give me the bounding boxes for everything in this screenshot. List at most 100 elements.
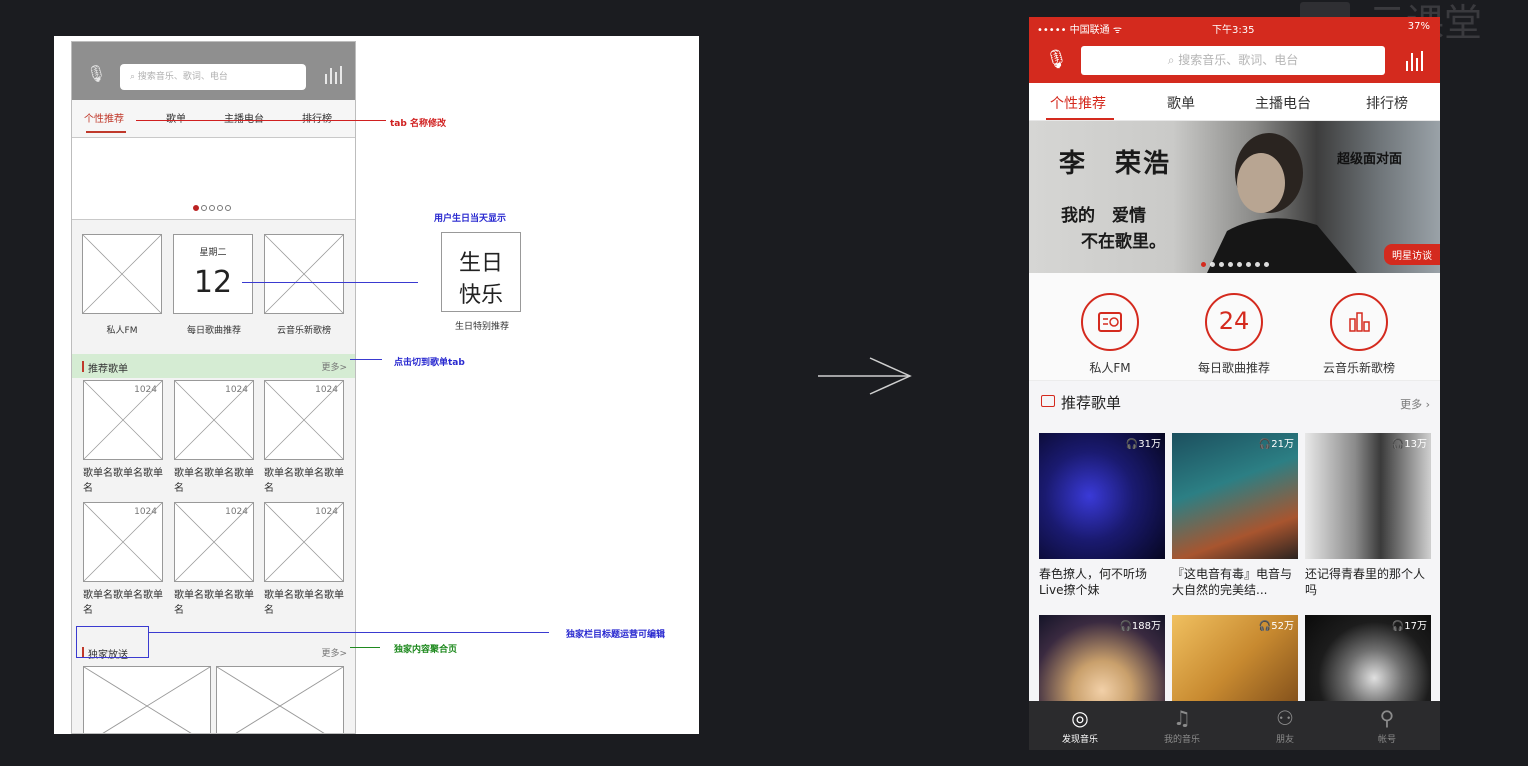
tab-my-music[interactable]: ♫ 我的音乐 xyxy=(1131,706,1233,745)
wireframe-tab-underline xyxy=(86,131,126,133)
section-more-link[interactable]: 更多 › xyxy=(1400,396,1430,412)
wireframe-playlist-name[interactable]: 歌单名歌单名歌单名 xyxy=(264,466,346,496)
wireframe-playlist-name[interactable]: 歌单名歌单名歌单名 xyxy=(174,588,256,618)
play-count: 🎧17万 xyxy=(1391,621,1427,632)
quick-label-chart: 云音乐新歌榜 xyxy=(1322,361,1395,375)
wireframe-playlist-name[interactable]: 歌单名歌单名歌单名 xyxy=(174,466,256,496)
banner-tag: 明星访谈 xyxy=(1384,244,1440,265)
birthday-caption: 生日特别推荐 xyxy=(454,322,509,332)
wireframe-tab-ranking[interactable]: 排行榜 xyxy=(302,110,332,125)
quick-label-daily: 每日歌曲推荐 xyxy=(1197,361,1270,375)
wireframe-playlist-cover[interactable]: 1024 xyxy=(264,380,344,460)
wireframe-newsong-placeholder[interactable] xyxy=(264,234,344,314)
birthday-line-1: 生日 xyxy=(458,251,503,276)
wireframe-banner-dots xyxy=(193,205,231,211)
quick-label-fm: 私人FM xyxy=(1089,361,1131,375)
wireframe-tab-playlist[interactable]: 歌单 xyxy=(166,110,186,125)
wireframe-search-input[interactable]: ⌕ 搜索音乐、歌词、电台 xyxy=(120,64,306,90)
wireframe-daily-date[interactable]: 星期二 12 xyxy=(173,234,253,314)
quick-private-fm[interactable]: 私人FM xyxy=(1062,293,1158,376)
bottom-tab-bar: ◎ 发现音乐 ♫ 我的音乐 ⚇ 朋友 ⚲ 帐号 xyxy=(1029,701,1440,750)
wireframe-playlist-name[interactable]: 歌单名歌单名歌单名 xyxy=(83,466,165,496)
annotation-line-date xyxy=(242,282,418,283)
wireframe-fm-placeholder[interactable] xyxy=(82,234,162,314)
tab-playlist[interactable]: 歌单 xyxy=(1167,93,1195,113)
section-recommend-playlists: 推荐歌单 更多 › xyxy=(1029,381,1440,421)
wireframe-tab-radio[interactable]: 主播电台 xyxy=(224,110,264,125)
wireframe-playlist-cover[interactable]: 1024 xyxy=(264,502,344,582)
playlist-cover: 🎧13万 xyxy=(1305,433,1431,559)
now-playing-icon[interactable] xyxy=(1404,49,1426,71)
wireframe-banner[interactable] xyxy=(72,138,355,220)
annotation-line-more xyxy=(350,359,382,360)
play-count: 🎧21万 xyxy=(1258,439,1294,450)
wireframe-tabs: 个性推荐 歌单 主播电台 排行榜 xyxy=(72,100,355,138)
wireframe-playlist-cover[interactable]: 1024 xyxy=(83,502,163,582)
play-count: 🎧52万 xyxy=(1258,621,1294,632)
tab-friends[interactable]: ⚇ 朋友 xyxy=(1234,706,1336,745)
wireframe-play-count: 1024 xyxy=(315,385,338,395)
banner-line-1: 我的 爱情 xyxy=(1061,206,1146,226)
wireframe-section-recommend: 推荐歌单 更多> xyxy=(72,354,355,378)
phone-screen: ••••• 中国联通 ᯤ 下午3:35 37% 🎙 ⌕ 搜索音乐、歌词、电台 个… xyxy=(1029,17,1440,750)
equalizer-icon[interactable] xyxy=(323,64,343,84)
tab-underline xyxy=(1046,118,1114,120)
wireframe-playlist-name[interactable]: 歌单名歌单名歌单名 xyxy=(83,588,165,618)
birthday-card[interactable]: 生日 快乐 xyxy=(441,232,521,312)
music-note-icon: ♫ xyxy=(1173,706,1191,730)
music-note-circle-icon: ◎ xyxy=(1071,706,1089,730)
play-count: 🎧188万 xyxy=(1119,621,1161,632)
playlist-name: 春色撩人，何不听场Live撩个妹 xyxy=(1039,567,1148,597)
account-icon: ⚲ xyxy=(1379,706,1395,730)
birthday-line-2: 快乐 xyxy=(458,283,503,308)
tab-discover-label: 发现音乐 xyxy=(1061,735,1098,745)
annotation-line-exclusive-page xyxy=(350,647,380,648)
play-count: 🎧31万 xyxy=(1125,439,1161,450)
quick-new-songs-chart[interactable]: 云音乐新歌榜 xyxy=(1311,293,1407,376)
wireframe-tab-recommend[interactable]: 个性推荐 xyxy=(84,110,124,125)
playlist-card[interactable]: 🎧31万 春色撩人，何不听场Live撩个妹 xyxy=(1039,433,1165,598)
wireframe-caption-daily: 每日歌曲推荐 xyxy=(186,326,241,336)
microphone-icon[interactable]: 🎙 xyxy=(1045,49,1068,70)
wireframe-play-count: 1024 xyxy=(134,507,157,517)
tab-ranking[interactable]: 排行榜 xyxy=(1366,93,1408,113)
artist-photo xyxy=(1207,133,1357,273)
annotation-tab-rename: tab 名称修改 xyxy=(390,119,446,129)
tab-discover-music[interactable]: ◎ 发现音乐 xyxy=(1029,706,1131,745)
daily-date-number: 24 xyxy=(1218,307,1250,335)
wireframe-section-recommend-title: 推荐歌单 xyxy=(88,364,128,375)
playlist-card[interactable]: 🎧21万 『这电音有毒』电音与大自然的完美结... xyxy=(1172,433,1298,598)
tab-recommend[interactable]: 个性推荐 xyxy=(1050,93,1106,113)
wireframe-playlist-cover[interactable]: 1024 xyxy=(174,502,254,582)
wireframe-search-placeholder: 搜索音乐、歌词、电台 xyxy=(137,72,228,82)
arrow-right-icon xyxy=(818,357,912,395)
microphone-icon[interactable]: 🎙 xyxy=(86,64,106,84)
chart-icon xyxy=(1330,293,1388,351)
tab-radio[interactable]: 主播电台 xyxy=(1255,93,1311,113)
annotation-birthday-show: 用户生日当天显示 xyxy=(434,214,507,224)
wireframe-section-recommend-more[interactable]: 更多> xyxy=(321,360,347,373)
status-time: 下午3:35 xyxy=(1212,25,1255,36)
wireframe-day-number: 12 xyxy=(193,265,233,300)
wireframe-playlist-name[interactable]: 歌单名歌单名歌单名 xyxy=(264,588,346,618)
quick-daily-songs[interactable]: 24 每日歌曲推荐 xyxy=(1186,293,1282,376)
wireframe-weekday: 星期二 xyxy=(199,248,227,258)
wireframe-playlist-cover[interactable]: 1024 xyxy=(83,380,163,460)
wireframe-playlist-cover[interactable]: 1024 xyxy=(174,380,254,460)
tab-account-label: 帐号 xyxy=(1377,735,1396,745)
tab-account[interactable]: ⚲ 帐号 xyxy=(1336,706,1438,745)
tab-bar-top: 个性推荐 歌单 主播电台 排行榜 xyxy=(1029,83,1440,121)
wireframe-exclusive-cover[interactable] xyxy=(216,666,344,733)
annotation-exclusive-title: 独家栏目标题运营可编辑 xyxy=(566,630,666,640)
annotation-exclusive-page: 独家内容聚合页 xyxy=(394,645,458,655)
wireframe-exclusive-cover[interactable] xyxy=(83,666,211,733)
banner-carousel[interactable]: 李 荣浩 我的 爱情 不在歌里。 超级面对面 明星访谈 xyxy=(1029,121,1440,273)
wireframe-caption-newsong: 云音乐新歌榜 xyxy=(276,326,331,336)
wireframe-section-exclusive-more[interactable]: 更多> xyxy=(321,646,347,659)
wireframe-play-count: 1024 xyxy=(225,507,248,517)
wireframe-header: 🎙 ⌕ 搜索音乐、歌词、电台 xyxy=(72,42,355,100)
battery-label: 37% xyxy=(1407,21,1430,32)
search-input[interactable]: ⌕ 搜索音乐、歌词、电台 xyxy=(1081,46,1385,75)
playlist-card[interactable]: 🎧13万 还记得青春里的那个人吗 xyxy=(1305,433,1431,598)
annotation-line-tab xyxy=(136,120,386,121)
